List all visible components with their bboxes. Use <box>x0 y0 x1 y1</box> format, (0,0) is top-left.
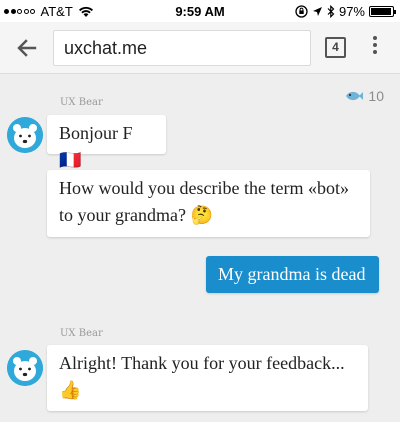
url-text: uxchat.me <box>64 38 148 58</box>
tab-switcher-button[interactable]: 4 <box>325 37 346 58</box>
polar-bear-avatar-icon <box>7 350 43 386</box>
polar-bear-avatar-icon <box>7 117 43 153</box>
address-bar[interactable]: uxchat.me <box>53 30 311 66</box>
battery-percentage: 97% <box>338 4 365 19</box>
message-counter: 10 <box>344 88 384 104</box>
sender-name: UX Bear <box>60 328 103 339</box>
bot-message-bubble: How would you describe the term «bot» to… <box>47 170 370 237</box>
back-arrow-icon[interactable] <box>12 33 42 63</box>
battery-icon <box>369 6 396 17</box>
sender-name: UX Bear <box>60 97 103 108</box>
bot-avatar <box>7 350 43 386</box>
fish-icon <box>346 91 364 101</box>
counter-value: 10 <box>368 88 384 104</box>
browser-toolbar: uxchat.me 4 <box>0 22 400 74</box>
orientation-lock-icon <box>295 5 308 18</box>
bot-message-bubble: Alright! Thank you for your feedback... … <box>47 345 368 411</box>
bluetooth-icon <box>327 5 335 18</box>
bot-message-bubble: Bonjour F🇫🇷 <box>47 115 166 170</box>
bot-avatar <box>7 117 43 153</box>
overflow-menu-icon[interactable] <box>370 36 380 60</box>
status-bar: AT&T 9:59 AM 97% <box>0 0 400 22</box>
user-message-bubble: My grandma is dead <box>206 256 379 293</box>
system-indicators: 97% <box>295 4 396 19</box>
location-icon <box>312 7 322 16</box>
